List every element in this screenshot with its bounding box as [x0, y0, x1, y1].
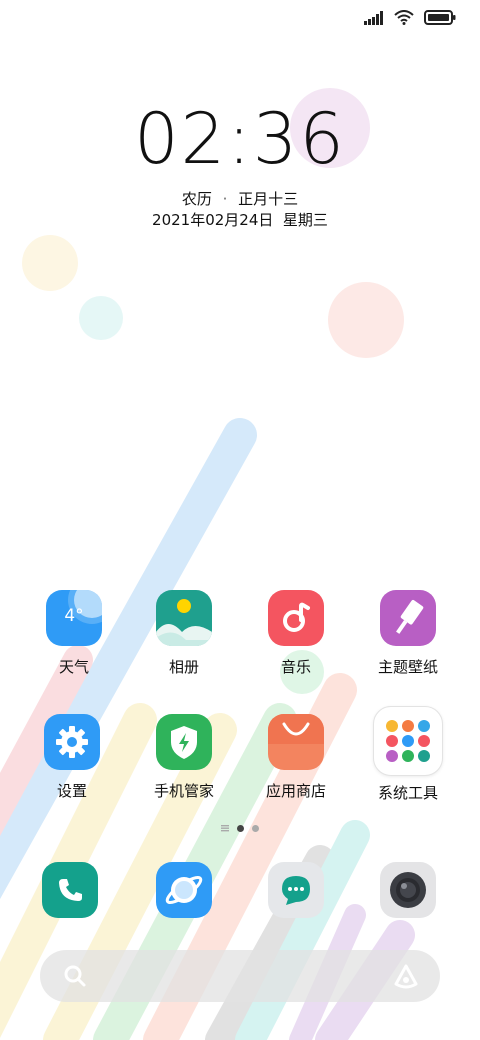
date-text: 2021年02月24日 星期三 — [152, 211, 328, 229]
page-dot — [252, 824, 259, 832]
app-label: 手机管家 — [153, 782, 214, 800]
music-icon — [268, 590, 324, 646]
gear-icon — [44, 714, 100, 770]
shield-icon — [156, 714, 212, 770]
app-gallery[interactable]: 相册 — [134, 590, 234, 677]
phone-icon — [42, 862, 98, 918]
assistant-icon[interactable] — [392, 962, 420, 990]
app-label: 天气 — [58, 658, 89, 676]
app-security[interactable]: 手机管家 — [134, 714, 234, 801]
search-icon[interactable] — [62, 963, 88, 989]
app-settings[interactable]: 设置 — [22, 714, 122, 801]
app-label: 设置 — [56, 782, 87, 800]
gallery-icon — [156, 590, 212, 646]
dock-phone[interactable] — [20, 862, 120, 918]
dock-camera[interactable] — [358, 862, 458, 918]
camera-icon — [380, 862, 436, 918]
lunar-separator: · — [222, 190, 228, 208]
browser-icon — [156, 862, 212, 918]
app-label: 应用商店 — [265, 782, 326, 800]
app-label: 主题壁纸 — [377, 658, 438, 676]
app-music[interactable]: 音乐 — [246, 590, 346, 677]
app-tools-folder[interactable]: 系统工具 — [358, 706, 458, 803]
menu-lines-icon — [221, 825, 229, 832]
page-dot-active — [237, 824, 244, 832]
lunar-day: 正月十三 — [238, 190, 299, 208]
page-indicator[interactable] — [0, 824, 480, 832]
paint-roller-icon — [380, 590, 436, 646]
weather-temp: 4° — [64, 606, 84, 626]
lunar-label: 农历 — [181, 190, 212, 208]
lunar-date: 农历 · 正月十三 — [0, 188, 480, 209]
app-label: 音乐 — [280, 658, 311, 676]
app-weather[interactable]: 4° 天气 — [24, 590, 124, 677]
dock-browser[interactable] — [134, 862, 234, 918]
app-themes[interactable]: 主题壁纸 — [358, 590, 458, 677]
shopping-bag-icon — [268, 714, 324, 770]
weather-icon: 4° — [46, 590, 102, 646]
dock-messages[interactable] — [246, 862, 346, 918]
folder-icon — [373, 706, 443, 776]
app-label: 系统工具 — [377, 784, 438, 802]
message-icon — [268, 862, 324, 918]
app-store[interactable]: 应用商店 — [246, 714, 346, 801]
search-bar[interactable] — [40, 950, 440, 1002]
wifi-icon — [394, 10, 414, 25]
signal-icon — [364, 10, 383, 25]
clock-time[interactable]: 02:36 — [0, 98, 480, 180]
battery-icon — [424, 10, 456, 25]
status-bar — [364, 10, 456, 25]
app-label: 相册 — [168, 658, 199, 676]
